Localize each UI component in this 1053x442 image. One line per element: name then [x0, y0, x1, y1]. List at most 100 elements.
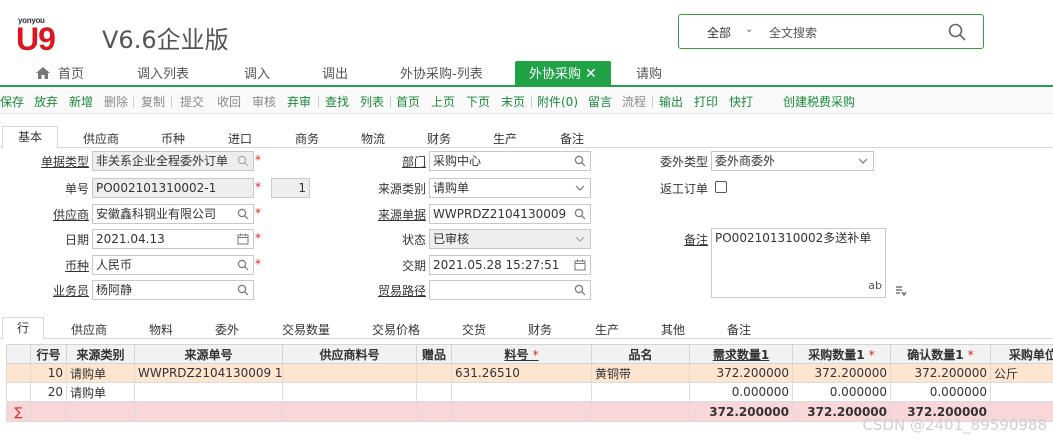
calendar-icon[interactable]: [237, 233, 249, 245]
row-selector[interactable]: [6, 363, 31, 383]
cell-gift[interactable]: [416, 382, 452, 402]
list-button[interactable]: 列表: [360, 95, 384, 109]
currency-field[interactable]: 人民币: [92, 255, 254, 275]
source-doc-label[interactable]: 来源单据: [370, 206, 426, 223]
cell-purchase-unit[interactable]: [990, 382, 1053, 402]
search-icon[interactable]: [237, 208, 249, 220]
first-page-button[interactable]: 首页: [396, 95, 420, 109]
tab-transfer-out[interactable]: 调出: [322, 64, 348, 87]
cell-vendor-item-no[interactable]: [282, 382, 417, 402]
col-source-no[interactable]: 来源单号: [134, 344, 283, 364]
chevron-down-icon[interactable]: [574, 182, 586, 194]
cell-gift[interactable]: [416, 363, 452, 383]
last-page-button[interactable]: 末页: [501, 95, 525, 109]
search-input[interactable]: 全文搜索: [769, 24, 817, 41]
workflow-button[interactable]: 流程: [622, 95, 646, 109]
col-source-type[interactable]: 来源类别: [66, 344, 135, 364]
tab-outsource-purchase-list[interactable]: 外协采购-列表: [400, 64, 483, 87]
chevron-down-icon[interactable]: ⌄: [745, 24, 753, 35]
cell-line-no[interactable]: 10: [30, 363, 67, 383]
quick-print-button[interactable]: 快打: [729, 95, 753, 109]
trade-path-field[interactable]: [429, 280, 591, 300]
cell-line-no[interactable]: 20: [30, 382, 67, 402]
col-item-no[interactable]: 料号 *: [451, 344, 592, 364]
search-icon[interactable]: [574, 155, 586, 167]
date-field[interactable]: 2021.04.13: [92, 229, 254, 249]
cell-purchase-unit[interactable]: 公斤: [990, 363, 1053, 383]
global-search[interactable]: 全部 ⌄ 全文搜索: [678, 14, 984, 49]
tab-grid-trade-qty[interactable]: 交易数量: [282, 321, 330, 338]
tab-currency[interactable]: 币种: [161, 130, 185, 147]
col-gift[interactable]: 赠品: [416, 344, 452, 364]
search-scope-select[interactable]: 全部: [707, 24, 731, 41]
print-button[interactable]: 打印: [694, 95, 718, 109]
cell-item-name[interactable]: [591, 382, 690, 402]
cell-source-no[interactable]: [134, 382, 283, 402]
table-row[interactable]: 10 请购单 WWPRDZ2104130009 10 631.26510 黄铜带…: [6, 363, 1053, 383]
col-line-no[interactable]: 行号: [30, 344, 67, 364]
col-vendor-item-no[interactable]: 供应商料号: [282, 344, 417, 364]
doc-no-seq-field[interactable]: 1: [271, 178, 310, 198]
currency-label[interactable]: 币种: [39, 257, 89, 274]
tab-production[interactable]: 生产: [493, 130, 517, 147]
supplier-label[interactable]: 供应商: [39, 206, 89, 223]
doc-type-label[interactable]: 单据类型: [39, 153, 89, 170]
save-button[interactable]: 保存: [0, 95, 24, 109]
col-demand-qty[interactable]: 需求数量1: [689, 344, 793, 364]
tab-grid-supplier[interactable]: 供应商: [71, 321, 107, 338]
discard-button[interactable]: 放弃: [34, 95, 58, 109]
cell-item-no[interactable]: 631.26510: [451, 363, 592, 383]
supplier-field[interactable]: 安徽鑫科铜业有限公司: [92, 204, 254, 224]
cell-demand-qty[interactable]: 0.000000: [689, 382, 793, 402]
cell-source-no[interactable]: WWPRDZ2104130009 10: [134, 363, 283, 383]
source-doc-field[interactable]: WWPRDZ2104130009: [429, 204, 591, 224]
tab-grid-other[interactable]: 其他: [661, 321, 685, 338]
tab-grid-remark[interactable]: 备注: [727, 321, 751, 338]
rework-checkbox[interactable]: [715, 181, 727, 193]
next-page-button[interactable]: 下页: [466, 95, 490, 109]
message-button[interactable]: 留言: [588, 95, 612, 109]
copy-button[interactable]: 复制: [141, 95, 165, 109]
unapprove-button[interactable]: 弃审: [287, 95, 311, 109]
cell-source-type[interactable]: 请购单: [66, 382, 135, 402]
expand-icon[interactable]: [895, 285, 907, 297]
cell-source-type[interactable]: 请购单: [66, 363, 135, 383]
row-selector-header[interactable]: [6, 344, 31, 364]
col-confirmed-qty[interactable]: 确认数量1 *: [890, 344, 991, 364]
search-icon[interactable]: [237, 155, 249, 167]
outsource-type-select[interactable]: 委外商委外: [711, 151, 874, 171]
tab-basic[interactable]: 基本: [2, 126, 59, 149]
search-icon[interactable]: [574, 284, 586, 296]
tab-remark[interactable]: 备注: [560, 130, 584, 147]
tab-requisition[interactable]: 请购: [636, 64, 662, 87]
tab-home[interactable]: 首页: [36, 64, 84, 87]
search-icon[interactable]: [237, 259, 249, 271]
close-icon[interactable]: ✕: [585, 66, 597, 82]
delivery-field[interactable]: 2021.05.28 15:27:51: [429, 255, 591, 275]
withdraw-button[interactable]: 收回: [217, 95, 241, 109]
tab-transfer-in-list[interactable]: 调入列表: [137, 64, 189, 87]
dept-label[interactable]: 部门: [370, 153, 426, 170]
calendar-icon[interactable]: [574, 259, 586, 271]
source-type-select[interactable]: 请购单: [429, 178, 591, 198]
buyer-label[interactable]: 业务员: [39, 282, 89, 299]
submit-button[interactable]: 提交: [180, 95, 204, 109]
tab-transfer-in[interactable]: 调入: [244, 64, 270, 87]
col-purchase-unit[interactable]: 采购单位 *: [990, 344, 1053, 364]
tab-outsource-purchase[interactable]: 外协采购 ✕: [515, 61, 611, 87]
trade-path-label[interactable]: 贸易路径: [370, 282, 426, 299]
chevron-down-icon[interactable]: [574, 233, 586, 245]
tab-import[interactable]: 进口: [228, 130, 252, 147]
tab-grid-finance[interactable]: 财务: [528, 321, 552, 338]
col-item-name[interactable]: 品名: [591, 344, 690, 364]
col-purchase-qty[interactable]: 采购数量1 *: [792, 344, 891, 364]
tab-grid-outsource[interactable]: 委外: [215, 321, 239, 338]
attachment-button[interactable]: 附件(0): [537, 95, 578, 109]
cell-vendor-item-no[interactable]: [282, 363, 417, 383]
tab-grid-production[interactable]: 生产: [595, 321, 619, 338]
status-select[interactable]: 已审核: [429, 229, 591, 249]
delete-button[interactable]: 删除: [104, 95, 128, 109]
find-button[interactable]: 查找: [325, 95, 349, 109]
cell-purchase-qty[interactable]: 372.200000: [792, 363, 891, 383]
prev-page-button[interactable]: 上页: [431, 95, 455, 109]
